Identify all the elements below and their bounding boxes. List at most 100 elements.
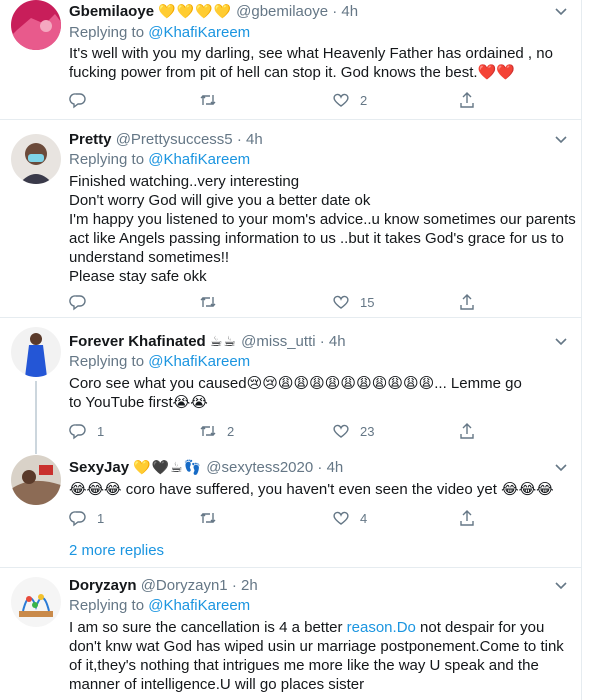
retweet-button[interactable] [199,508,227,528]
user-handle[interactable]: @Doryzayn1 [141,577,228,594]
name-emoji: ☕☕ [209,334,237,350]
tweet: Forever Khafinated ☕☕ @miss_utti · 4h Re… [0,318,581,454]
avatar[interactable] [11,134,61,184]
text-segment: I am so sure the cancellation is 4 a bet… [69,619,347,636]
text-line: of it,they's nothing that intrigues me m… [69,657,539,674]
user-handle[interactable]: @miss_utti [241,333,315,350]
timestamp[interactable]: 2h [241,577,258,594]
timestamp[interactable]: 4h [341,3,358,20]
avatar[interactable] [11,577,61,627]
tweet-header: Doryzayn @Doryzayn1 · 2h [69,577,258,594]
share-button[interactable] [458,90,476,110]
like-count: 23 [360,423,375,439]
tweet[interactable]: Doryzayn @Doryzayn1 · 2h Replying to @Kh… [0,568,581,700]
column-border [581,0,582,700]
chevron-down-icon[interactable] [553,334,569,350]
chevron-down-icon[interactable] [553,460,569,476]
text-line: to YouTube first😭😭 [69,394,208,411]
tweet[interactable]: Gbemilaoye 💛💛💛💛 @gbemilaoye · 4h Replyin… [0,0,581,120]
text-line: Don't worry God will give you a better d… [69,192,371,209]
reply-icon [69,93,86,109]
user-handle[interactable]: @sexytess2020 [206,459,313,476]
tweet-header: Forever Khafinated ☕☕ @miss_utti · 4h [69,333,346,350]
mention-link[interactable]: @KhafiKareem [148,24,250,41]
display-name[interactable]: Pretty [69,131,112,148]
like-button[interactable]: 4 [332,508,367,528]
separator-dot: · [231,577,237,594]
retweet-icon [200,426,216,436]
text-line: don't knw wat God has wiped usin ur marr… [69,638,564,655]
retweet-button[interactable] [199,292,227,312]
share-button[interactable] [458,292,476,312]
inline-link[interactable]: reason.Do [347,619,416,636]
mention-link[interactable]: @KhafiKareem [148,353,250,370]
avatar[interactable] [11,327,61,377]
avatar[interactable] [11,455,61,505]
user-handle[interactable]: @gbemilaoye [236,3,328,20]
share-icon [460,294,474,310]
text-line: understand sometimes!! [69,249,230,266]
heart-icon [333,424,349,438]
replying-to: Replying to @KhafiKareem [69,24,250,41]
tweet[interactable]: SexyJay 💛🖤☕👣 @sexytess2020 · 4h 😂😂😂 coro… [0,454,581,568]
display-name[interactable]: Doryzayn [69,577,137,594]
heart-icon [333,93,349,107]
separator-dot: · [236,131,242,148]
show-more-replies-link[interactable]: 2 more replies [69,542,164,559]
tweet-actions: 2 [69,90,489,110]
text-line: manner of intelligence.U will go places … [69,676,365,693]
reply-button[interactable]: 1 [69,508,104,528]
text-line: act like Angels passing information to u… [69,230,564,247]
chevron-down-icon[interactable] [553,132,569,148]
timestamp[interactable]: 4h [246,131,263,148]
like-button[interactable]: 23 [332,421,374,441]
chevron-down-icon[interactable] [553,4,569,20]
tweet[interactable]: Pretty @Prettysuccess5 · 4h Replying to … [0,120,581,318]
like-button[interactable]: 2 [332,90,367,110]
chevron-down-icon[interactable] [553,578,569,594]
reply-button[interactable] [69,292,97,312]
share-icon [460,92,474,108]
replying-prefix: Replying to [69,597,145,614]
like-count: 4 [360,510,368,526]
text-line: I'm happy you listened to your mom's adv… [69,211,576,228]
timestamp[interactable]: 4h [327,459,344,476]
text-line: Finished watching..very interesting [69,173,300,190]
reply-icon [69,424,86,440]
heart-icon [333,511,349,525]
text-line: Please stay safe okk [69,268,207,285]
tweet-text: It's well with you my darling, see what … [69,44,553,82]
avatar[interactable] [11,0,61,50]
tweet-header: Gbemilaoye 💛💛💛💛 @gbemilaoye · 4h [69,3,358,20]
replying-prefix: Replying to [69,353,145,370]
replying-to: Replying to @KhafiKareem [69,597,250,614]
retweet-button[interactable] [199,90,227,110]
mention-link[interactable]: @KhafiKareem [148,151,250,168]
reply-button[interactable]: 1 [69,421,104,441]
reply-button[interactable] [69,90,97,110]
user-handle[interactable]: @Prettysuccess5 [116,131,233,148]
timestamp[interactable]: 4h [329,333,346,350]
name-emoji: 💛🖤☕👣 [133,460,203,476]
display-name[interactable]: Gbemilaoye [69,3,154,20]
display-name[interactable]: SexyJay [69,459,129,476]
share-icon [460,423,474,439]
display-name[interactable]: Forever Khafinated [69,333,206,350]
like-button[interactable]: 15 [332,292,374,312]
retweet-icon [200,297,216,307]
text-line: Coro see what you caused😢😢😩😩😩😩😩😩😩😩😩😩... … [69,375,522,392]
retweet-button[interactable]: 2 [199,421,234,441]
replying-to: Replying to @KhafiKareem [69,151,250,168]
reply-count: 1 [97,510,105,526]
reply-count: 1 [97,423,105,439]
share-button[interactable] [458,421,476,441]
tweet-header: Pretty @Prettysuccess5 · 4h [69,131,263,148]
retweet-icon [200,513,216,523]
tweet-text: Finished watching..very interesting Don'… [69,172,576,286]
text-segment: not despair for you [415,619,545,636]
reply-icon [69,511,86,527]
tweet-header: SexyJay 💛🖤☕👣 @sexytess2020 · 4h [69,459,343,476]
share-button[interactable] [458,508,476,528]
like-count: 2 [360,92,368,108]
mention-link[interactable]: @KhafiKareem [148,597,250,614]
